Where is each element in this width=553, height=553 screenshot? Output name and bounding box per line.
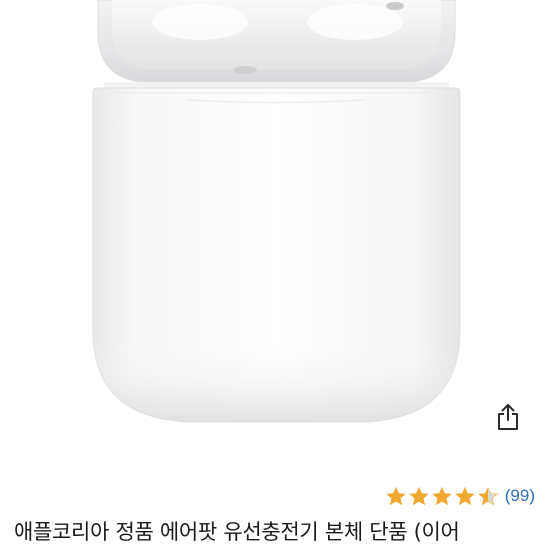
review-count-link[interactable]: (99) (505, 486, 535, 506)
star-icon (455, 486, 475, 506)
star-icon (386, 486, 406, 506)
star-icon (478, 486, 498, 506)
share-icon (498, 404, 518, 430)
star-icon (432, 486, 452, 506)
product-page: (99) 애플코리아 정품 에어팟 유선충전기 본체 단품 (이어 (0, 0, 553, 553)
product-title: 애플코리아 정품 에어팟 유선충전기 본체 단품 (이어 (14, 520, 460, 544)
product-image[interactable] (0, 0, 553, 468)
star-icon (409, 486, 429, 506)
rating-row[interactable]: (99) (385, 482, 535, 510)
star-rating (385, 485, 499, 507)
share-button[interactable] (490, 398, 526, 436)
airpods-case-illustration (92, 0, 461, 423)
